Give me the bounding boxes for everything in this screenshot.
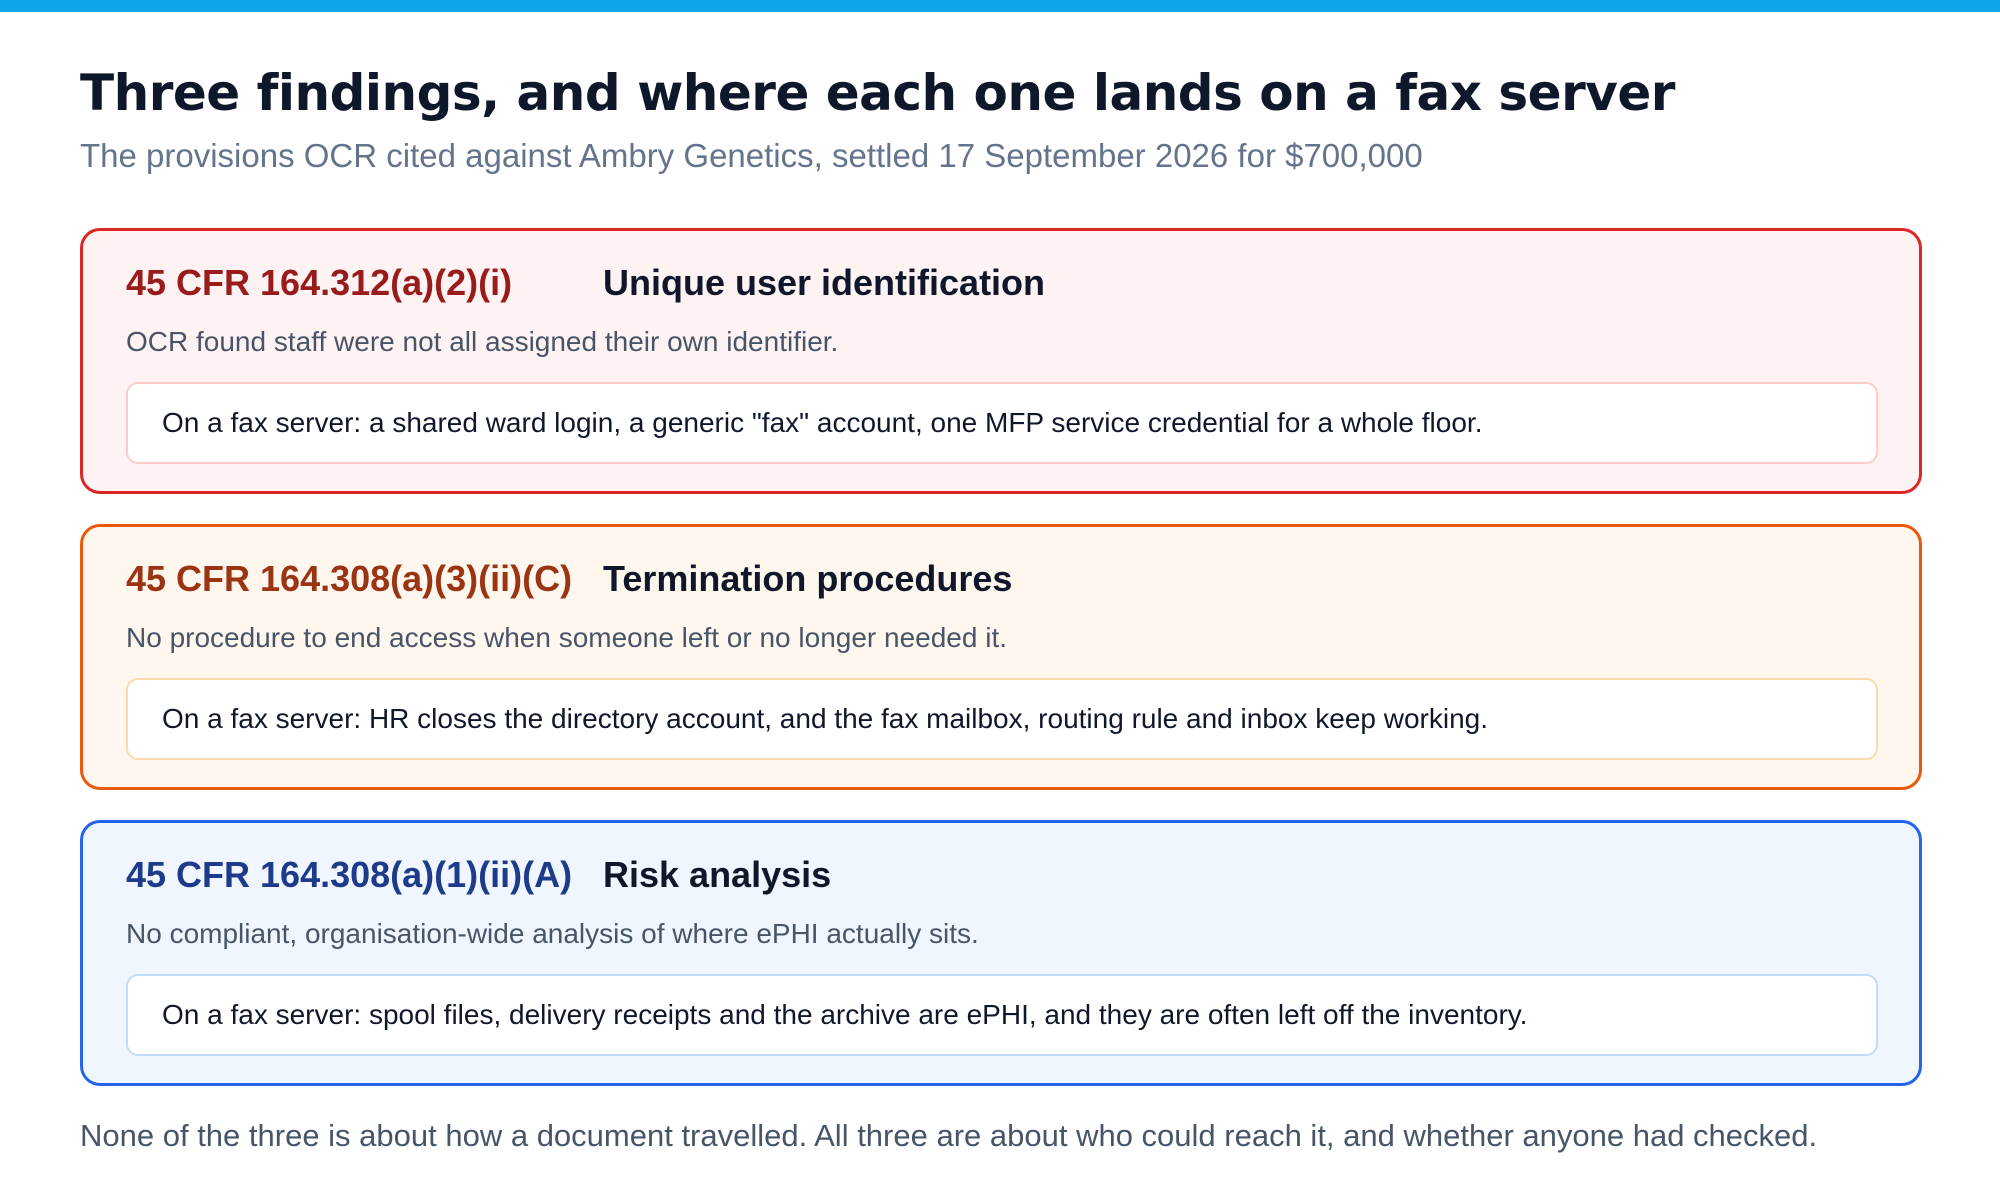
page-title: Three findings, and where each one lands… xyxy=(80,64,1675,122)
finding-card-unique-user-identification: 45 CFR 164.312(a)(2)(i) Unique user iden… xyxy=(80,228,1922,494)
finding-description: OCR found staff were not all assigned th… xyxy=(126,326,839,357)
finding-card-risk-analysis: 45 CFR 164.308(a)(1)(ii)(A) Risk analysi… xyxy=(80,820,1922,1086)
fax-server-example: On a fax server: spool files, delivery r… xyxy=(126,974,1878,1056)
summary-footer: None of the three is about how a documen… xyxy=(80,1118,1818,1153)
finding-citation: 45 CFR 164.312(a)(2)(i) xyxy=(126,262,513,303)
finding-heading: Risk analysis xyxy=(603,854,832,895)
finding-description: No compliant, organisation-wide analysis… xyxy=(126,918,979,949)
fax-server-example: On a fax server: HR closes the directory… xyxy=(126,678,1878,760)
page-subtitle: The provisions OCR cited against Ambry G… xyxy=(80,137,1423,174)
finding-citation: 45 CFR 164.308(a)(1)(ii)(A) xyxy=(126,854,573,895)
finding-heading: Termination procedures xyxy=(603,558,1013,599)
finding-description: No procedure to end access when someone … xyxy=(126,622,1008,653)
finding-citation: 45 CFR 164.308(a)(3)(ii)(C) xyxy=(126,558,573,599)
findings-list: 45 CFR 164.312(a)(2)(i) Unique user iden… xyxy=(80,228,1922,1086)
finding-card-termination-procedures: 45 CFR 164.308(a)(3)(ii)(C) Termination … xyxy=(80,524,1922,790)
finding-card-header: 45 CFR 164.308(a)(3)(ii)(C) Termination … xyxy=(126,553,1876,605)
finding-card-header: 45 CFR 164.308(a)(1)(ii)(A) Risk analysi… xyxy=(126,849,1876,901)
finding-card-header: 45 CFR 164.312(a)(2)(i) Unique user iden… xyxy=(126,257,1876,309)
page-content: Three findings, and where each one lands… xyxy=(80,60,1922,1156)
top-accent-bar xyxy=(0,0,2000,12)
fax-server-example: On a fax server: a shared ward login, a … xyxy=(126,382,1878,464)
finding-heading: Unique user identification xyxy=(603,262,1046,303)
